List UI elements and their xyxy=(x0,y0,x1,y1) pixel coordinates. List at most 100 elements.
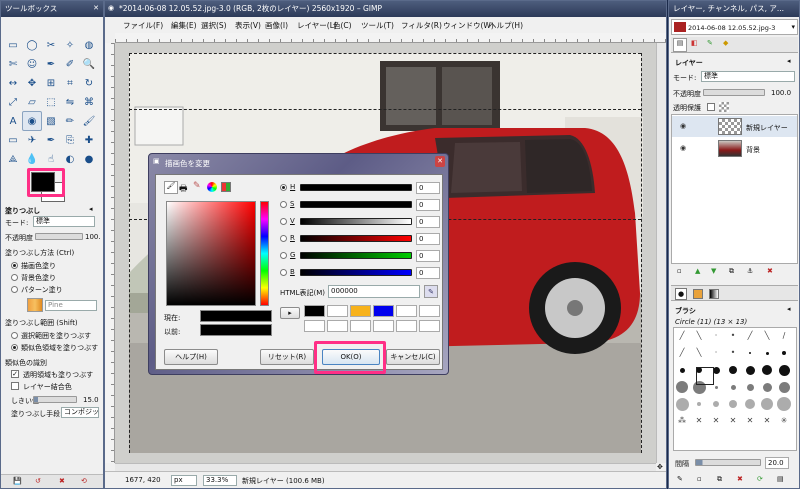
channel-radio-r[interactable] xyxy=(280,235,287,242)
reset-icon[interactable]: ⟲ xyxy=(81,477,87,485)
brush-stroke-icon[interactable]: ╱ xyxy=(675,330,689,342)
brush-stroke-icon[interactable]: • xyxy=(726,347,740,359)
brushes-tab-icon[interactable]: ● xyxy=(675,288,687,300)
brush-circle[interactable] xyxy=(697,402,701,406)
layer-opacity-value[interactable]: 100.0 xyxy=(771,89,791,97)
threshold-slider[interactable] xyxy=(33,396,77,403)
burn-icon[interactable]: ● xyxy=(79,149,99,169)
brush-stroke-icon[interactable]: ∕ xyxy=(777,330,791,342)
align-icon[interactable]: ⊞ xyxy=(41,73,61,93)
transparent-areas-label[interactable]: 透明領域も塗りつぶす xyxy=(23,370,93,380)
blend-icon[interactable]: ▧ xyxy=(41,111,61,131)
opacity-value[interactable]: 100. xyxy=(85,233,101,241)
history-swatch[interactable] xyxy=(396,320,417,332)
brush-stroke-icon[interactable]: • xyxy=(726,330,740,342)
raise-layer-icon[interactable]: ▲ xyxy=(695,267,700,275)
brush-texture-icon[interactable]: ⁂ xyxy=(675,415,689,427)
brush-circle[interactable] xyxy=(746,383,754,391)
lock-alpha-checkbox[interactable] xyxy=(707,103,715,111)
html-notation-field[interactable]: 000000 xyxy=(328,285,420,298)
brush-circle[interactable] xyxy=(749,352,751,354)
channel-slider-r[interactable] xyxy=(300,235,412,242)
shear-icon[interactable]: ▱ xyxy=(22,92,42,112)
brush-circle[interactable] xyxy=(729,400,737,408)
new-layer-icon[interactable]: ▫ xyxy=(677,267,682,275)
channel-value-v[interactable]: 0 xyxy=(416,216,440,228)
layer-name[interactable]: 背景 xyxy=(746,145,760,155)
menu-item-4[interactable]: 画像(I) xyxy=(265,20,288,31)
transparent-areas-checkbox[interactable]: ✓ xyxy=(11,370,19,378)
channel-value-r[interactable]: 0 xyxy=(416,233,440,245)
spacing-slider[interactable] xyxy=(695,459,761,466)
brush-stroke-icon[interactable]: · xyxy=(709,330,723,342)
flip-icon[interactable]: ⇋ xyxy=(60,92,80,112)
brush-circle[interactable] xyxy=(745,365,755,375)
gradients-tab-icon[interactable] xyxy=(709,289,719,299)
history-swatch[interactable] xyxy=(419,305,440,317)
fuzzy-select-icon[interactable]: ✧ xyxy=(60,35,80,55)
brush-stroke-icon[interactable]: ╱ xyxy=(743,330,757,342)
menu-item-10[interactable]: ヘルプ(H) xyxy=(489,20,523,31)
fill-similar-radio[interactable] xyxy=(11,344,18,351)
history-swatch[interactable] xyxy=(396,305,417,317)
channel-slider-h[interactable] xyxy=(300,184,412,191)
open-brush-as-image-icon[interactable]: ▤ xyxy=(777,475,784,483)
scissors-icon[interactable]: ✄ xyxy=(3,54,23,74)
brush-circle[interactable] xyxy=(675,397,689,411)
paintbrush-icon[interactable]: 🖌 xyxy=(79,111,99,131)
pattern-swatch[interactable] xyxy=(27,298,43,312)
heal-icon[interactable]: ✚ xyxy=(79,130,99,150)
channel-value-s[interactable]: 0 xyxy=(416,199,440,211)
channel-radio-g[interactable] xyxy=(280,252,287,259)
brush-circle[interactable] xyxy=(679,367,685,373)
channel-slider-g[interactable] xyxy=(300,252,412,259)
ink-icon[interactable]: ✒ xyxy=(41,130,61,150)
fill-similar-label[interactable]: 類似色領域を塗りつぶす xyxy=(21,343,98,353)
zoom-icon[interactable]: 🔍 xyxy=(79,54,99,74)
hue-strip[interactable] xyxy=(260,201,269,306)
fill-selection-radio[interactable] xyxy=(11,332,18,339)
patterns-tab-icon[interactable] xyxy=(693,289,703,299)
text-icon[interactable]: A xyxy=(3,111,23,131)
history-swatch[interactable] xyxy=(304,320,325,332)
dodge-icon[interactable]: ◐ xyxy=(60,149,80,169)
layer-opacity-slider[interactable] xyxy=(703,89,765,96)
panel-menu-icon[interactable]: ◂ xyxy=(787,57,791,65)
crop-icon[interactable]: ⌗ xyxy=(60,73,80,93)
clone-icon[interactable]: ⎘ xyxy=(60,130,80,150)
wheel-selector-tab-icon[interactable] xyxy=(207,182,217,192)
brush-texture-icon[interactable]: ✕ xyxy=(760,415,774,427)
navigate-icon[interactable]: ✥ xyxy=(657,463,663,471)
brush-texture-icon[interactable]: ✳ xyxy=(777,415,791,427)
color-square[interactable] xyxy=(166,201,256,306)
duplicate-layer-icon[interactable]: ⧉ xyxy=(729,267,734,276)
mode-select[interactable]: 標準 xyxy=(33,216,95,227)
delete-brush-icon[interactable]: ✖ xyxy=(737,475,743,483)
pattern-name-field[interactable]: Pine xyxy=(45,300,97,311)
menu-item-7[interactable]: ツール(T) xyxy=(361,20,394,31)
channels-tab-icon[interactable]: ◧ xyxy=(691,39,698,47)
history-swatch[interactable] xyxy=(373,320,394,332)
color-picker-icon[interactable]: ✎ xyxy=(424,285,438,298)
channel-value-g[interactable]: 0 xyxy=(416,250,440,262)
rotate-icon[interactable]: ↻ xyxy=(79,73,99,93)
free-select-icon[interactable]: ✂ xyxy=(41,35,61,55)
brush-stroke-icon[interactable]: ╲ xyxy=(692,347,706,359)
measure-icon[interactable]: ↔ xyxy=(3,73,23,93)
brush-circle[interactable] xyxy=(778,364,790,376)
channel-radio-s[interactable] xyxy=(280,201,287,208)
menu-item-9[interactable]: ウィンドウ(W) xyxy=(443,20,494,31)
save-icon[interactable]: 💾 xyxy=(13,477,22,485)
brush-circle[interactable] xyxy=(729,366,737,374)
channel-value-b[interactable]: 0 xyxy=(416,267,440,279)
restore-icon[interactable]: ↺ xyxy=(35,477,41,485)
fill-bg-label[interactable]: 背景色塗り xyxy=(21,273,56,283)
spacing-value[interactable]: 20.0 xyxy=(765,457,789,469)
fill-fg-label[interactable]: 描画色塗り xyxy=(21,261,56,271)
gimp-selector-tab-icon[interactable]: 🖌 xyxy=(164,181,178,194)
refresh-brushes-icon[interactable]: ⟳ xyxy=(757,475,763,483)
pencil-icon[interactable]: ✏ xyxy=(60,111,80,131)
ellipse-select-icon[interactable]: ◯ xyxy=(22,35,42,55)
menu-item-2[interactable]: 選択(S) xyxy=(201,20,227,31)
brush-stroke-icon[interactable]: · xyxy=(709,347,723,359)
